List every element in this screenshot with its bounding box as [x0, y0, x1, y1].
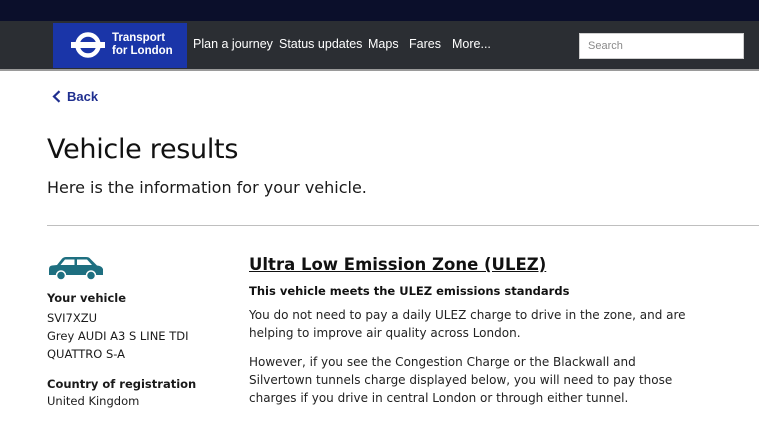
tfl-logo[interactable]: Transport for London	[53, 23, 187, 68]
nav-fares[interactable]: Fares	[409, 37, 441, 51]
ulez-title[interactable]: Ultra Low Emission Zone (ULEZ)	[249, 255, 546, 274]
vehicle-description-1: Grey AUDI A3 S LINE TDI	[47, 329, 189, 343]
vehicle-registration: SVI7XZU	[47, 311, 98, 325]
nav-divider	[0, 69, 759, 71]
nav-status-updates[interactable]: Status updates	[279, 37, 362, 51]
car-icon	[49, 257, 103, 281]
vehicle-description-2: QUATTRO S-A	[47, 347, 126, 361]
section-divider	[47, 225, 759, 226]
country-label: Country of registration	[47, 377, 197, 391]
ulez-paragraph-1: You do not need to pay a daily ULEZ char…	[249, 308, 686, 340]
nav-more[interactable]: More...	[452, 37, 491, 51]
vehicle-details: SVI7XZU Grey AUDI A3 S LINE TDI QUATTRO …	[47, 309, 189, 363]
chevron-left-icon	[52, 90, 61, 103]
ulez-paragraph-2: However, if you see the Congestion Charg…	[249, 355, 673, 405]
country-value: United Kingdom	[47, 394, 140, 408]
back-link[interactable]: Back	[52, 89, 98, 104]
nav-maps[interactable]: Maps	[368, 37, 399, 51]
search-input[interactable]	[579, 33, 744, 59]
your-vehicle-label: Your vehicle	[47, 291, 127, 305]
top-strip	[0, 0, 759, 21]
roundel-icon	[71, 32, 105, 58]
ulez-status: This vehicle meets the ULEZ emissions st…	[249, 284, 570, 298]
back-label: Back	[67, 89, 99, 104]
page-lead: Here is the information for your vehicle…	[47, 178, 367, 197]
logo-text: Transport for London	[112, 32, 173, 57]
nav-plan-journey[interactable]: Plan a journey	[193, 37, 273, 51]
page-title: Vehicle results	[47, 134, 239, 165]
